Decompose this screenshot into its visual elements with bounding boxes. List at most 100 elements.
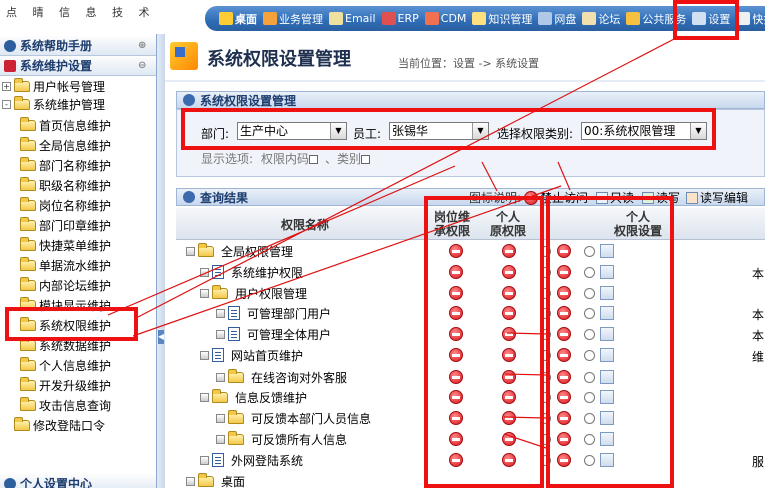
sidebar-section-help[interactable]: 系统帮助手册 ⊕ [0,36,156,56]
expand-icon[interactable]: + [2,81,11,91]
permission-radio[interactable] [584,413,595,424]
menu-item-7[interactable]: 论坛 [582,11,620,27]
sidebar-item-11[interactable]: 模块显示维护 [20,296,111,314]
permission-radio[interactable] [540,350,551,361]
personal-set-forbidden-icon[interactable] [557,327,571,341]
readonly-icon[interactable] [600,265,614,279]
node-icon[interactable] [216,308,225,318]
menu-item-2[interactable]: Email [329,12,376,25]
readonly-icon[interactable] [600,411,614,425]
sidebar-section-personal[interactable]: 个人设置中心 [0,474,156,488]
readonly-icon[interactable] [600,348,614,362]
readonly-icon[interactable] [600,244,614,258]
collapse-icon[interactable] [186,246,195,256]
menu-item-3[interactable]: ERP [381,12,419,25]
readonly-icon[interactable] [600,453,614,467]
collapse-icon[interactable] [186,476,195,486]
node-icon[interactable] [200,267,209,277]
permission-radio[interactable] [584,267,595,278]
permission-radio[interactable] [584,308,595,319]
personal-set-forbidden-icon[interactable] [557,370,571,384]
node-icon[interactable] [216,329,225,339]
sidebar-item-5[interactable]: 职级名称维护 [20,176,111,194]
collapse-icon[interactable] [216,372,225,382]
personal-set-forbidden-icon[interactable] [557,306,571,320]
sidebar-item-0[interactable]: + 用户帐号管理 [2,77,105,95]
category-checkbox[interactable] [361,155,371,164]
permission-radio[interactable] [584,455,595,466]
collapse-icon[interactable]: - [2,99,11,109]
display-option-code[interactable]: 权限内码 [261,150,319,167]
readonly-icon[interactable] [600,432,614,446]
collapse-icon[interactable] [200,392,209,402]
collapse-sidebar-icon[interactable]: ◀ [158,330,164,344]
sidebar-item-13[interactable]: 系统数据维护 [20,336,111,354]
readonly-icon[interactable] [600,286,614,300]
node-icon[interactable] [200,455,209,465]
sidebar-item-4[interactable]: 部门名称维护 [20,156,111,174]
sidebar-item-2[interactable]: 首页信息维护 [20,116,111,134]
personal-set-forbidden-icon[interactable] [557,432,571,446]
sidebar-item-1[interactable]: - 系统维护管理 [2,95,105,113]
permission-radio[interactable] [584,246,595,257]
permission-radio[interactable] [584,372,595,383]
menu-item-1[interactable]: 业务管理 [263,11,323,27]
menu-item-4[interactable]: CDM [424,12,466,25]
sidebar-item-14[interactable]: 个人信息维护 [20,356,111,374]
permission-radio[interactable] [540,392,551,403]
permission-radio[interactable] [540,372,551,383]
sidebar-item-12[interactable]: 系统权限维护 [20,316,112,334]
permission-radio[interactable] [584,392,595,403]
permission-radio[interactable] [584,329,595,340]
permission-radio[interactable] [540,308,551,319]
readonly-icon[interactable] [600,327,614,341]
collapse-icon[interactable] [216,434,225,444]
sidebar-section-maintenance[interactable]: 系统维护设置 ⊖ [0,56,156,76]
readonly-icon[interactable] [600,390,614,404]
permission-radio[interactable] [540,434,551,445]
permission-radio[interactable] [584,350,595,361]
sidebar-item-3[interactable]: 全局信息维护 [20,136,111,154]
readonly-icon[interactable] [600,370,614,384]
personal-set-forbidden-icon[interactable] [557,348,571,362]
permission-radio[interactable] [540,455,551,466]
code-checkbox[interactable] [309,155,319,164]
display-option-category[interactable]: 、类别 [325,150,371,167]
permission-radio[interactable] [540,267,551,278]
sidebar-item-9[interactable]: 单据流水维护 [20,256,111,274]
sidebar-item-15[interactable]: 开发升级维护 [20,376,111,394]
menu-item-6[interactable]: 网盘 [538,11,576,27]
permission-radio[interactable] [540,246,551,257]
menu-item-9[interactable]: 设置 [692,11,730,27]
personal-set-forbidden-icon[interactable] [557,265,571,279]
personal-set-forbidden-icon[interactable] [557,244,571,258]
category-select[interactable]: 00:系统权限管理 ▼ [581,122,707,140]
permission-radio[interactable] [584,288,595,299]
collapse-icon[interactable] [200,288,209,298]
permission-radio[interactable] [540,329,551,340]
sidebar-item-10[interactable]: 内部论坛维护 [20,276,111,294]
sidebar-item-16[interactable]: 攻击信息查询 [20,396,111,414]
collapse-icon[interactable]: ⊖ [138,60,150,72]
permission-radio[interactable] [540,413,551,424]
readonly-icon[interactable] [600,306,614,320]
staff-select[interactable]: 张锡华 ▼ [389,122,489,140]
menu-item-5[interactable]: 知识管理 [472,11,532,27]
sidebar-item-6[interactable]: 岗位名称维护 [20,196,111,214]
menu-item-10[interactable]: 快捷 [736,11,765,27]
personal-set-forbidden-icon[interactable] [557,286,571,300]
personal-set-forbidden-icon[interactable] [557,453,571,467]
permission-radio[interactable] [584,434,595,445]
collapse-icon[interactable]: ⊕ [138,40,150,52]
personal-set-forbidden-icon[interactable] [557,411,571,425]
sidebar-item-7[interactable]: 部门印章维护 [20,216,111,234]
sidebar-item-17[interactable]: 修改登陆口令 [2,416,105,434]
sidebar-item-8[interactable]: 快捷菜单维护 [20,236,111,254]
menu-item-0[interactable]: 桌面 [219,11,257,27]
node-icon[interactable] [200,350,209,360]
menu-item-8[interactable]: 公共服务 [626,11,686,27]
collapse-icon[interactable] [216,413,225,423]
permission-radio[interactable] [540,288,551,299]
sidebar-splitter[interactable] [157,34,165,488]
personal-set-forbidden-icon[interactable] [557,390,571,404]
